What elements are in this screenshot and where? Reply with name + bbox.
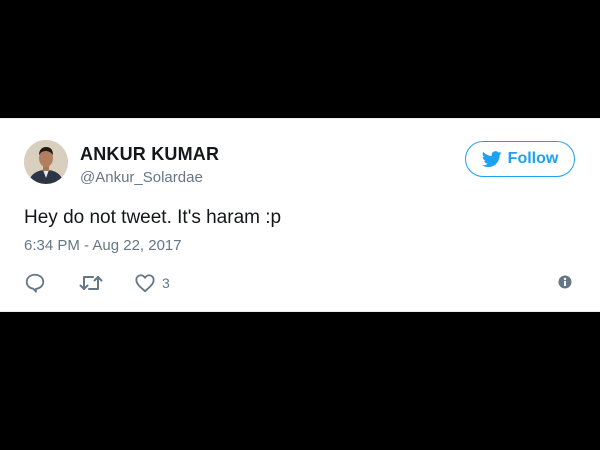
follow-label: Follow [507, 150, 559, 167]
tweet-card: ANKUR KUMAR @Ankur_Solardae Follow Hey d… [0, 118, 600, 312]
tweet-timestamp[interactable]: 6:34 PM - Aug 22, 2017 [24, 237, 182, 254]
bird-icon [481, 150, 502, 167]
heart-icon [135, 274, 155, 293]
like-count: 3 [162, 275, 170, 291]
info-icon [558, 275, 572, 289]
author-handle[interactable]: @Ankur_Solardae [80, 169, 203, 186]
avatar[interactable] [24, 140, 68, 184]
avatar-image [24, 140, 68, 184]
reply-icon [25, 273, 45, 293]
reply-button[interactable] [24, 272, 46, 294]
info-button[interactable] [558, 275, 572, 289]
author-name[interactable]: ANKUR KUMAR [80, 144, 219, 165]
tweet-text: Hey do not tweet. It's haram :p [24, 207, 282, 228]
retweet-button[interactable] [78, 272, 104, 294]
retweet-icon [79, 276, 103, 290]
like-button[interactable]: 3 [134, 273, 170, 293]
tweet-actions: 3 [24, 271, 170, 295]
follow-button[interactable]: Follow [465, 141, 575, 177]
